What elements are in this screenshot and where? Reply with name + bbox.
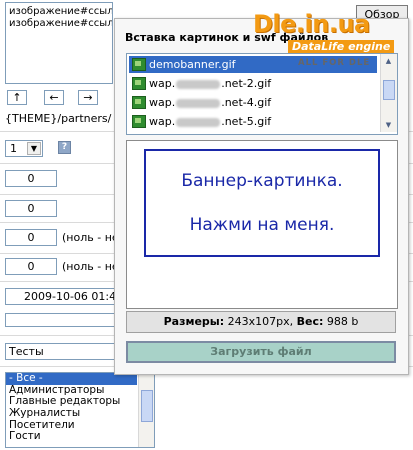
- chevron-down-icon: ▼: [27, 142, 41, 155]
- banner-image[interactable]: Баннер-картинка. Нажми на меня.: [144, 149, 380, 257]
- file-name-prefix: wap.: [149, 77, 176, 90]
- image-file-icon: [132, 96, 146, 109]
- weight-value: 988 b: [326, 315, 359, 328]
- weight-label: Вес:: [296, 315, 324, 328]
- groups-scrollbar[interactable]: [138, 373, 154, 447]
- image-insert-popup: Вставка картинок и swf файлов demobanner…: [114, 18, 409, 375]
- rotate-select[interactable]: 1 ▼: [5, 140, 43, 157]
- move-right-button[interactable]: →: [78, 90, 98, 105]
- image-file-icon: [132, 77, 146, 90]
- banner-line-1: Баннер-картинка.: [181, 171, 343, 191]
- site-logo: Dle.in.ua: [253, 10, 370, 38]
- count-input-1[interactable]: 0: [5, 170, 57, 187]
- redacted-text: [176, 79, 221, 89]
- image-file-icon: [132, 115, 146, 128]
- links-textarea[interactable]: изображение#ссылка изображение#ссылка: [5, 2, 113, 84]
- help-icon[interactable]: ?: [58, 141, 71, 154]
- text-input[interactable]: [5, 313, 115, 327]
- date-input[interactable]: 2009-10-06 01:4: [5, 288, 115, 305]
- count-input-4[interactable]: 0: [5, 258, 57, 275]
- logo-subtitle: DataLife engine: [288, 40, 395, 53]
- image-file-icon: [132, 58, 146, 71]
- logo-tagline: ALL FOR DLE: [298, 58, 371, 68]
- zero-hint-4: (ноль - не: [62, 260, 119, 273]
- image-info-bar: Размеры: 243x107px, Вес: 988 b: [126, 311, 396, 333]
- file-name-prefix: wap.: [149, 115, 176, 128]
- rotate-select-value: 1: [10, 142, 17, 155]
- file-item[interactable]: wap. .net-2.gif: [129, 75, 377, 92]
- upload-file-button[interactable]: Загрузить файл: [126, 341, 396, 363]
- sizes-label: Размеры:: [163, 315, 225, 328]
- move-left-button[interactable]: ←: [44, 90, 64, 105]
- group-item[interactable]: Гости: [6, 431, 154, 443]
- user-groups-listbox[interactable]: - Все - Администраторы Главные редакторы…: [5, 372, 155, 448]
- theme-path: {THEME}/partners/: [5, 112, 112, 125]
- scroll-down-icon[interactable]: ▼: [381, 118, 396, 132]
- scrollbar-thumb[interactable]: [141, 390, 153, 422]
- redacted-text: [176, 117, 221, 127]
- banner-line-2: Нажми на меня.: [189, 215, 335, 235]
- file-name-prefix: wap.: [149, 96, 176, 109]
- textarea-line-1: изображение#ссылка: [9, 6, 113, 17]
- scroll-up-icon[interactable]: ▲: [381, 54, 396, 68]
- scrollbar-thumb[interactable]: [383, 80, 395, 100]
- move-up-button[interactable]: ↑: [7, 90, 27, 105]
- zero-hint-3: (ноль - не: [62, 231, 119, 244]
- category-select[interactable]: Тесты: [5, 343, 115, 360]
- textarea-line-2: изображение#ссылка: [9, 18, 113, 29]
- redacted-text: [176, 98, 221, 108]
- count-input-2[interactable]: 0: [5, 200, 57, 217]
- sizes-value: 243x107px,: [227, 315, 294, 328]
- image-preview: Баннер-картинка. Нажми на меня.: [126, 140, 398, 309]
- group-item[interactable]: Журналисты: [6, 407, 154, 420]
- file-name-suffix: .net-5.gif: [221, 115, 272, 128]
- file-item[interactable]: wap. .net-4.gif: [129, 94, 377, 111]
- file-list-scrollbar[interactable]: ▲ ▼: [380, 54, 397, 132]
- file-item[interactable]: wap. .net-5.gif: [129, 113, 377, 130]
- count-input-3[interactable]: 0: [5, 229, 57, 246]
- file-name-suffix: .net-4.gif: [221, 96, 272, 109]
- file-name-suffix: .net-2.gif: [221, 77, 272, 90]
- file-name: demobanner.gif: [149, 58, 236, 71]
